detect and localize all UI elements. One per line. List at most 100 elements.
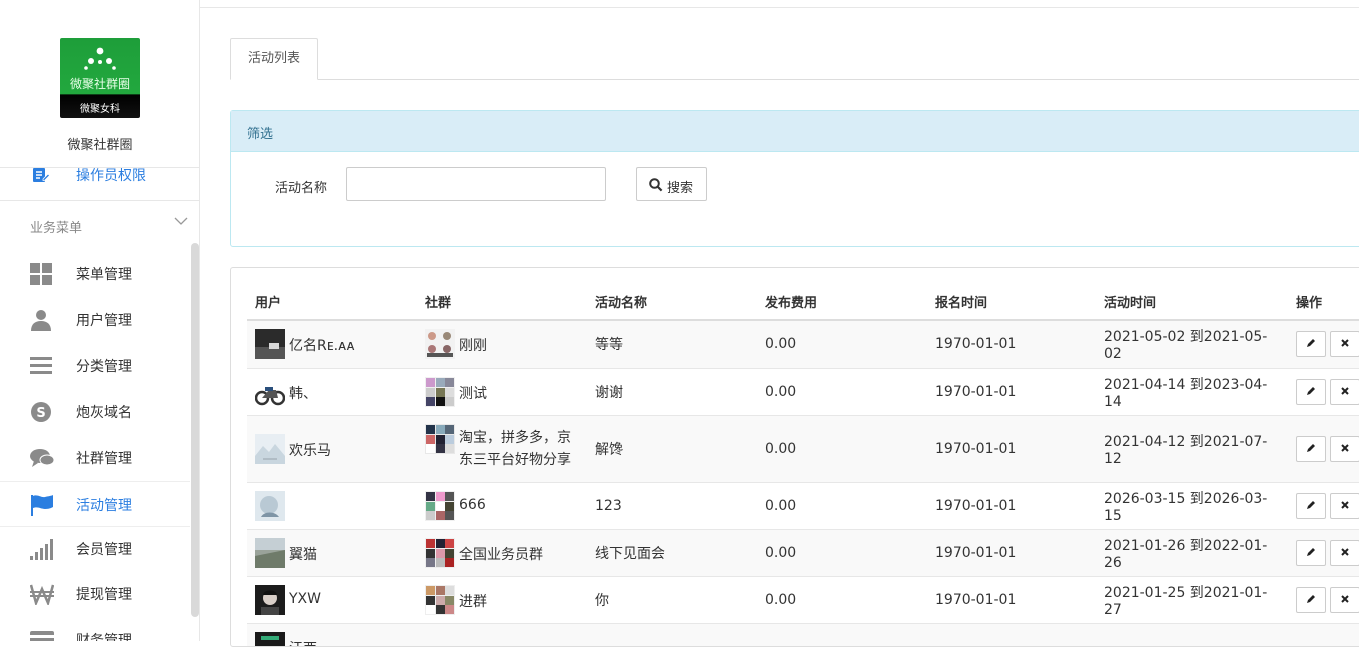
edit-button[interactable]	[1296, 436, 1326, 462]
cell-actions	[1288, 415, 1359, 482]
delete-button[interactable]	[1330, 587, 1359, 613]
sidebar-item-label: 炮灰域名	[76, 402, 132, 422]
cell-activity	[587, 623, 757, 647]
sidebar-item-label: 菜单管理	[76, 264, 132, 284]
search-icon	[649, 178, 663, 195]
cell-signup: 1970-01-01	[927, 482, 1096, 529]
cell-time: 2021-04-12 到2021-07-12	[1096, 415, 1288, 482]
brand-name: 微聚社群圈	[0, 134, 200, 153]
close-icon	[1339, 593, 1351, 605]
group-avatar	[425, 424, 455, 454]
cell-user: YXW	[247, 576, 417, 623]
sidebar-item-category-management[interactable]: 分类管理	[0, 343, 190, 389]
table-row: YXW 进群 你 0.00 1970-01-01 2021-01-25 到202…	[247, 576, 1359, 623]
delete-button[interactable]	[1330, 493, 1359, 519]
cell-signup: 1970-01-01	[927, 368, 1096, 415]
sidebar-item-activity-management[interactable]: 活动管理	[0, 481, 190, 527]
group-avatar	[425, 538, 455, 568]
column-header-user: 用户	[247, 284, 417, 320]
search-button[interactable]: 搜索	[636, 167, 707, 201]
cell-fee: 0.00	[757, 368, 927, 415]
skype-icon: S	[30, 401, 52, 423]
table-row: 翼猫 全国业务员群 线下见面会 0.00 1970-01-01 2021-01-…	[247, 529, 1359, 576]
edit-icon	[32, 166, 50, 188]
table-row: 韩、 测试 谢谢 0.00 1970-01-01 2021-04-14 到202…	[247, 368, 1359, 415]
cell-fee: 0.00	[757, 529, 927, 576]
activity-table-panel: 用户 社群 活动名称 发布费用 报名时间 活动时间 操作 亿名Rᴇ.ᴀᴀ 刚刚 …	[230, 267, 1359, 647]
user-avatar	[255, 538, 285, 568]
sidebar: 操作员权限 微聚社群圈 微聚女科 微聚社群圈 业务菜单 菜单管理	[0, 0, 200, 641]
sidebar-scrollbar[interactable]	[191, 243, 199, 617]
cell-time: 2021-01-26 到2022-01-26	[1096, 529, 1288, 576]
delete-button[interactable]	[1330, 379, 1359, 405]
delete-button[interactable]	[1330, 540, 1359, 566]
group-name: 进群	[459, 585, 487, 611]
cell-time: 2021-05-02 到2021-05-02	[1096, 320, 1288, 368]
close-icon	[1339, 337, 1351, 349]
sidebar-item-withdraw-management[interactable]: 提现管理	[0, 571, 190, 617]
sidebar-item-label: 分类管理	[76, 356, 132, 376]
edit-button[interactable]	[1296, 587, 1326, 613]
table-header-row: 用户 社群 活动名称 发布费用 报名时间 活动时间 操作	[247, 284, 1359, 320]
cell-user	[247, 482, 417, 529]
cell-actions	[1288, 623, 1359, 647]
sidebar-item-user-management[interactable]: 用户管理	[0, 297, 190, 343]
edit-button[interactable]	[1296, 493, 1326, 519]
flag-icon	[30, 494, 52, 516]
sidebar-item-finance-management[interactable]: 财务管理	[0, 617, 190, 641]
user-name: 翼猫	[289, 538, 317, 564]
cell-group: 测试	[417, 368, 587, 415]
cell-fee: 0.00	[757, 415, 927, 482]
sidebar-item-domain[interactable]: S 炮灰域名	[0, 389, 190, 435]
table-row: 江西	[247, 623, 1359, 647]
activity-name-input[interactable]	[346, 167, 606, 201]
edit-button[interactable]	[1296, 379, 1326, 405]
cell-signup: 1970-01-01	[927, 529, 1096, 576]
cell-time: 2021-04-14 到2023-04-14	[1096, 368, 1288, 415]
table-row: 666 123 0.00 1970-01-01 2026-03-15 到2026…	[247, 482, 1359, 529]
chevron-down-icon[interactable]	[174, 214, 188, 230]
column-header-fee: 发布费用	[757, 284, 927, 320]
logo-subtext: 微聚女科	[60, 100, 140, 115]
tab-activity-list[interactable]: 活动列表	[230, 38, 318, 80]
edit-button[interactable]	[1296, 540, 1326, 566]
cell-user: 江西	[247, 623, 417, 647]
group-name-text: 淘宝，拼多多，京东三平台好物分享	[459, 430, 571, 468]
user-avatar	[255, 585, 285, 615]
cell-signup: 1970-01-01	[927, 576, 1096, 623]
cell-group: 淘宝，拼多多，京东三平台好物分享	[417, 415, 587, 482]
user-name: YXW	[289, 585, 321, 607]
group-avatar	[425, 585, 455, 615]
cell-activity: 你	[587, 576, 757, 623]
user-avatar	[255, 377, 285, 407]
cell-fee: 0.00	[757, 576, 927, 623]
sidebar-item-member-management[interactable]: 会员管理	[0, 526, 190, 572]
close-icon	[1339, 385, 1351, 397]
user-name: 亿名Rᴇ.ᴀᴀ	[289, 329, 355, 355]
group-avatar	[425, 329, 455, 359]
logo-text: 微聚社群圈	[60, 75, 140, 92]
delete-button[interactable]	[1330, 331, 1359, 357]
table-row: 欢乐马 淘宝，拼多多，京东三平台好物分享 解馋 0.00 1970-01-01 …	[247, 415, 1359, 482]
sidebar-item-label: 操作员权限	[76, 165, 146, 185]
cell-user: 亿名Rᴇ.ᴀᴀ	[247, 320, 417, 368]
cell-group: 666	[417, 482, 587, 529]
pencil-icon	[1305, 593, 1317, 605]
cell-user: 欢乐马	[247, 415, 417, 482]
filter-panel-title: 筛选	[231, 111, 1359, 152]
group-name: 666	[459, 491, 486, 513]
column-header-activity: 活动名称	[587, 284, 757, 320]
edit-button[interactable]	[1296, 331, 1326, 357]
tab-bar	[230, 79, 1359, 80]
cell-actions	[1288, 576, 1359, 623]
close-icon	[1339, 442, 1351, 454]
pencil-icon	[1305, 337, 1317, 349]
delete-button[interactable]	[1330, 436, 1359, 462]
cell-user: 翼猫	[247, 529, 417, 576]
user-name: 韩、	[289, 377, 317, 403]
sidebar-item-label: 提现管理	[76, 584, 132, 604]
brand-logo: 微聚社群圈 微聚女科	[60, 38, 140, 118]
sidebar-item-community-management[interactable]: 社群管理	[0, 435, 190, 481]
brand-header: 微聚社群圈 微聚女科 微聚社群圈	[0, 0, 200, 168]
sidebar-item-menu-management[interactable]: 菜单管理	[0, 251, 190, 297]
